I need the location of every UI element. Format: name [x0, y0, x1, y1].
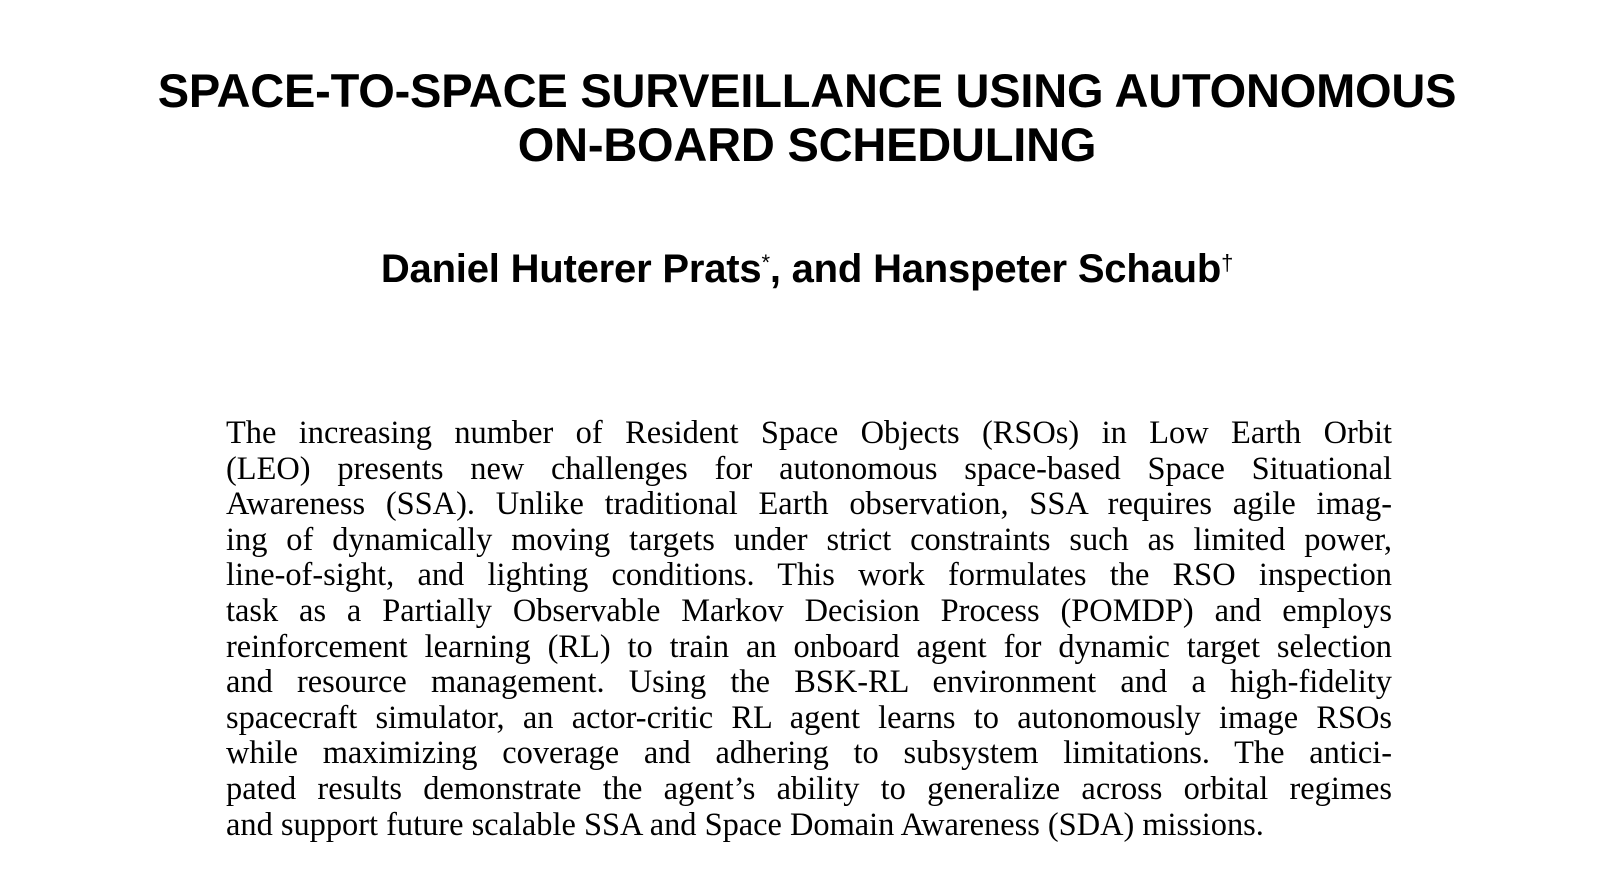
abstract-line: (LEO) presents new challenges for autono…: [226, 450, 1392, 487]
abstract-line: ing of dynamically moving targets under …: [226, 521, 1392, 558]
abstract-line: The increasing number of Resident Space …: [226, 415, 1392, 451]
paper-title: SPACE-TO-SPACE SURVEILLANCE USING AUTONO…: [0, 64, 1614, 172]
abstract-line: and resource management. Using the BSK-R…: [226, 664, 1392, 701]
author-footnote-mark-2: †: [1221, 250, 1234, 275]
abstract-line: while maximizing coverage and adhering t…: [226, 735, 1392, 772]
author-footnote-mark-1: *: [761, 250, 770, 275]
author-name-1: Daniel Huterer Prats: [380, 247, 762, 291]
abstract-line: line-of-sight, and lighting conditions. …: [226, 557, 1392, 594]
abstract-line: spacecraft simulator, an actor-critic RL…: [226, 699, 1392, 736]
title-line-2: ON-BOARD SCHEDULING: [517, 118, 1097, 171]
author-connector: , and: [769, 247, 874, 291]
abstract: The increasing number of Resident Space …: [226, 415, 1392, 843]
abstract-line: task as a Partially Observable Markov De…: [226, 592, 1392, 629]
title-line-1: SPACE-TO-SPACE SURVEILLANCE USING AUTONO…: [157, 64, 1457, 117]
abstract-line: pated results demonstrate the agent’s ab…: [226, 770, 1392, 807]
paper-page: SPACE-TO-SPACE SURVEILLANCE USING AUTONO…: [0, 0, 1614, 880]
author-name-2: Hanspeter Schaub: [873, 247, 1222, 291]
abstract-line: Awareness (SSA). Unlike traditional Eart…: [226, 486, 1392, 523]
abstract-line: and support future scalable SSA and Spac…: [226, 806, 1264, 843]
author-line: Daniel Huterer Prats*, and Hanspeter Sch…: [0, 246, 1614, 292]
abstract-line: reinforcement learning (RL) to train an …: [226, 628, 1392, 665]
